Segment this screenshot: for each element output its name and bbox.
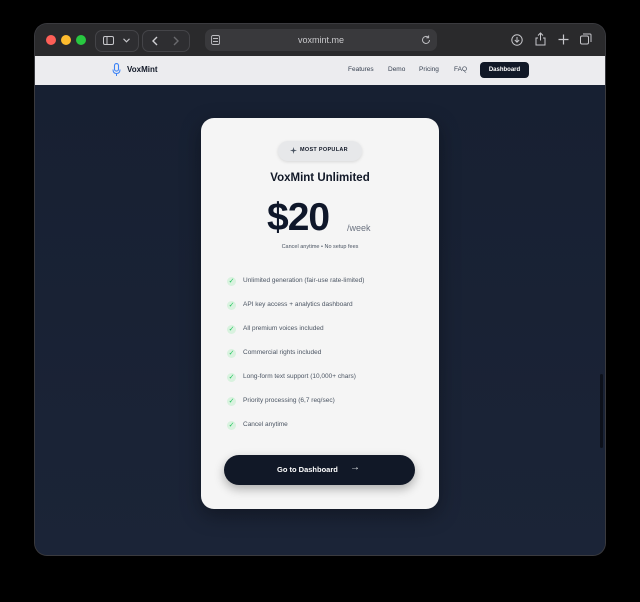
site-header: VoxMint Features Demo Pricing FAQ Dashbo… xyxy=(35,56,605,86)
check-icon: ✓ xyxy=(227,349,236,358)
zoom-window-button[interactable] xyxy=(76,35,86,45)
feature-text: Commercial rights included xyxy=(243,349,322,356)
check-icon: ✓ xyxy=(227,325,236,334)
share-icon[interactable] xyxy=(535,32,546,46)
close-window-button[interactable] xyxy=(46,35,56,45)
minimize-window-button[interactable] xyxy=(61,35,71,45)
check-icon: ✓ xyxy=(227,421,236,430)
address-bar[interactable]: voxmint.me xyxy=(205,29,437,51)
forward-icon[interactable] xyxy=(173,36,179,46)
check-icon: ✓ xyxy=(227,301,236,310)
nav-features[interactable]: Features xyxy=(348,66,374,73)
nav-demo[interactable]: Demo xyxy=(388,66,405,73)
feature-text: Cancel anytime xyxy=(243,421,288,428)
feature-text: All premium voices included xyxy=(243,325,324,332)
download-icon[interactable] xyxy=(511,34,523,46)
brand-logo[interactable]: VoxMint xyxy=(127,65,158,74)
feature-text: Long-form text support (10,000+ chars) xyxy=(243,373,356,380)
price-period: /week xyxy=(347,223,371,233)
page-scrollbar[interactable] xyxy=(600,374,603,448)
plan-name: VoxMint Unlimited xyxy=(270,172,370,184)
sidebar-toggle-button[interactable] xyxy=(95,30,139,52)
feature-text: Unlimited generation (fair-use rate-limi… xyxy=(243,277,365,284)
reload-icon[interactable] xyxy=(421,35,431,45)
pricing-card: MOST POPULAR VoxMint Unlimited $20 /week… xyxy=(201,118,439,509)
new-tab-icon[interactable] xyxy=(558,34,569,45)
go-to-dashboard-button[interactable]: Go to Dashboard → xyxy=(224,455,415,485)
nav-pricing[interactable]: Pricing xyxy=(419,66,439,73)
feature-text: API key access + analytics dashboard xyxy=(243,301,353,308)
nav-faq[interactable]: FAQ xyxy=(454,66,467,73)
badge-label: MOST POPULAR xyxy=(300,147,348,153)
back-icon[interactable] xyxy=(152,36,158,46)
browser-toolbar: voxmint.me xyxy=(35,24,605,56)
cta-label: Go to Dashboard xyxy=(277,465,338,474)
chevron-down-icon xyxy=(123,38,130,43)
microphone-icon xyxy=(112,63,121,76)
feature-text: Priority processing (6,7 req/sec) xyxy=(243,397,335,404)
header-dashboard-button[interactable]: Dashboard xyxy=(480,62,529,78)
history-nav xyxy=(142,30,190,52)
browser-window: voxmint.me VoxMint Features Demo Pricing… xyxy=(35,24,605,555)
price-amount: $20 xyxy=(267,196,330,239)
sparkle-icon xyxy=(290,147,297,154)
sidebar-icon xyxy=(103,36,114,45)
url-text: voxmint.me xyxy=(297,35,344,45)
check-icon: ✓ xyxy=(227,397,236,406)
check-icon: ✓ xyxy=(227,277,236,286)
arrow-right-icon: → xyxy=(350,462,360,473)
tab-overview-icon[interactable] xyxy=(580,33,592,45)
check-icon: ✓ xyxy=(227,373,236,382)
price-subtext: Cancel anytime • No setup fees xyxy=(281,244,359,250)
most-popular-badge: MOST POPULAR xyxy=(278,141,362,161)
